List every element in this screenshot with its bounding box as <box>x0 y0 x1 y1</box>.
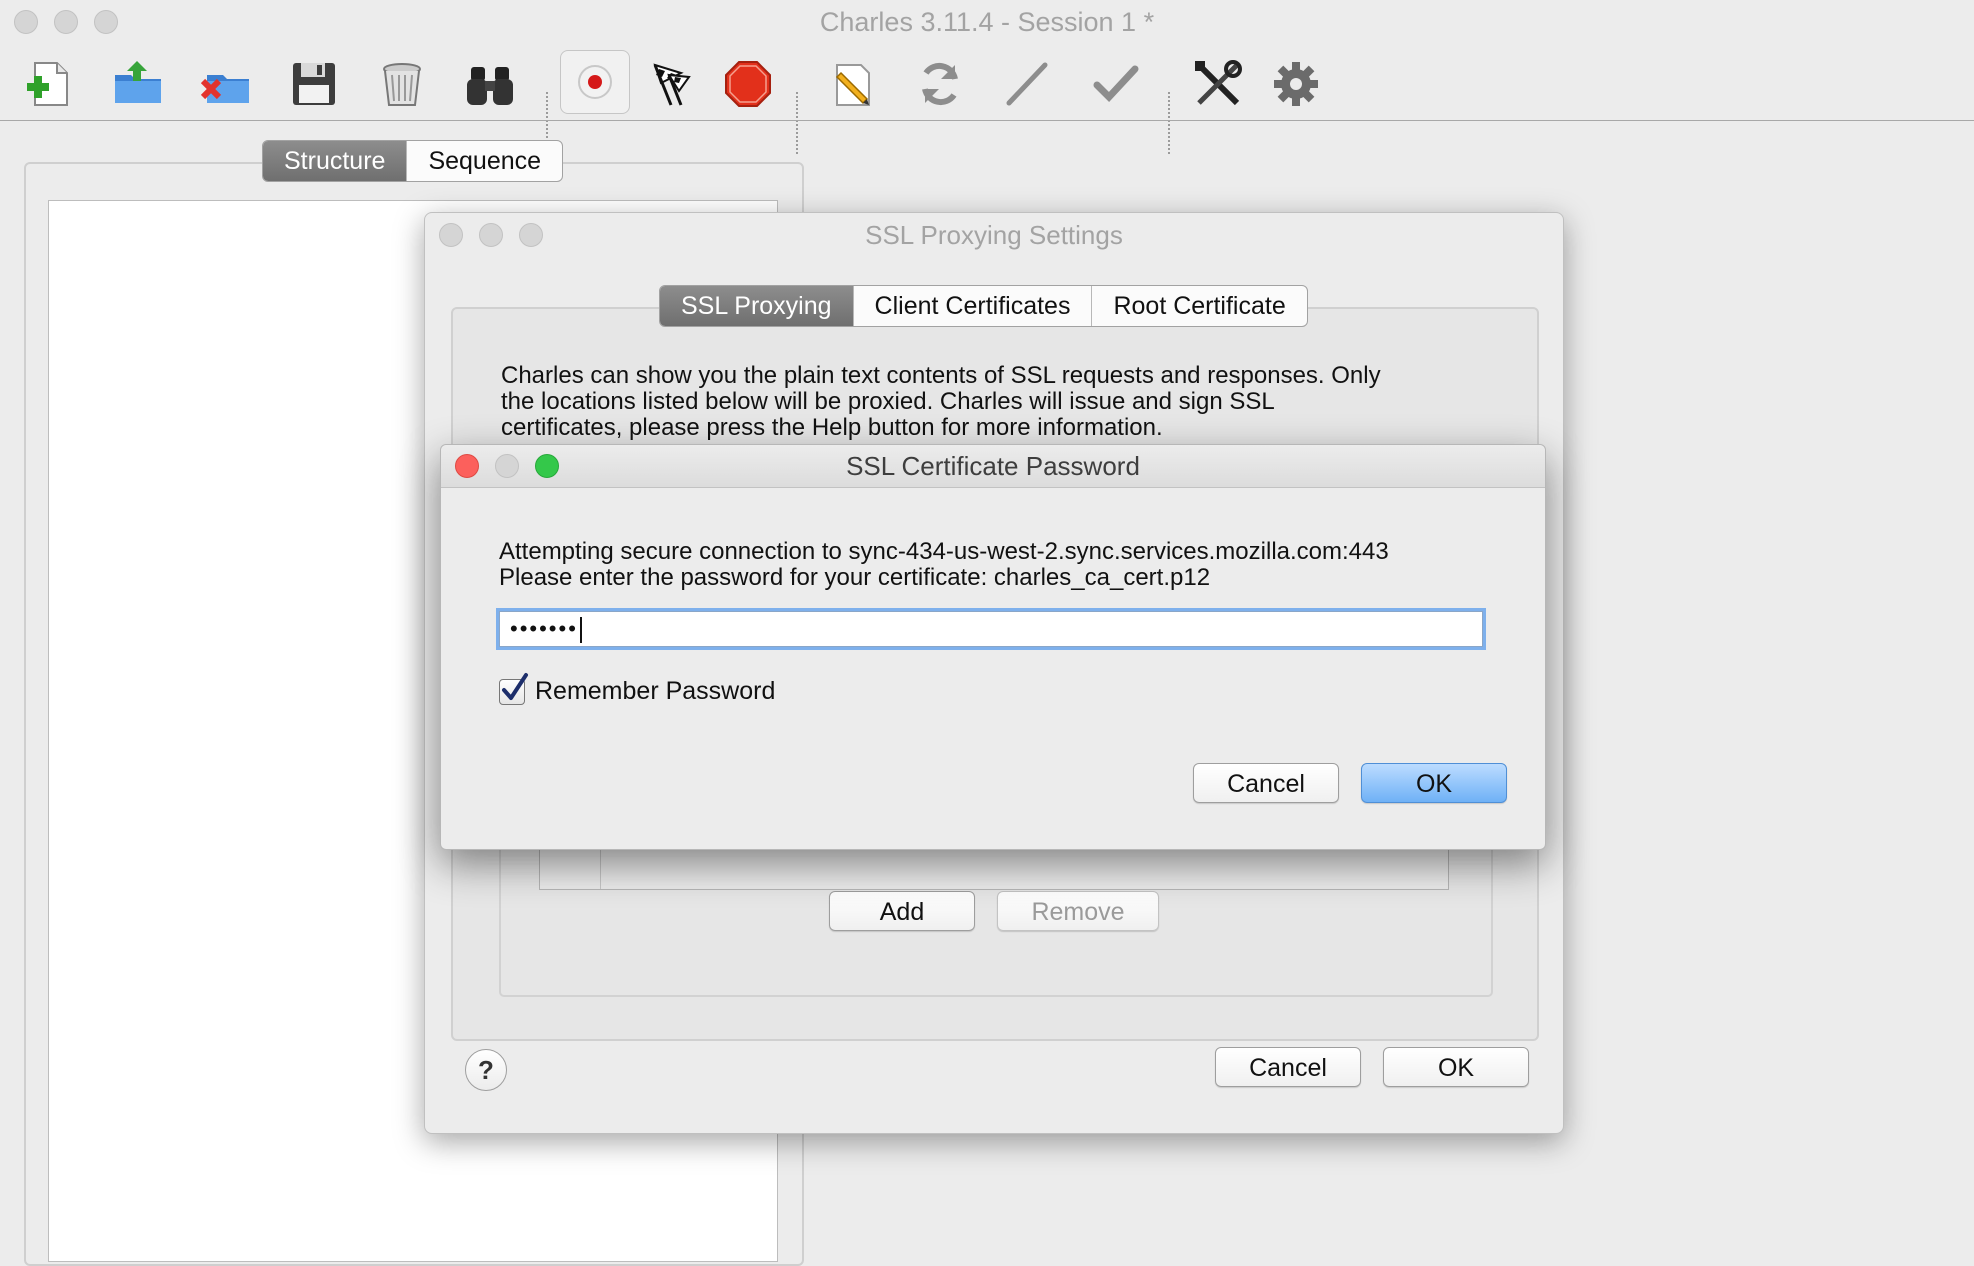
password-field[interactable]: ••••••• <box>499 611 1483 647</box>
validate-icon[interactable] <box>998 54 1058 114</box>
zoom-window-button[interactable] <box>535 454 559 478</box>
tab-sequence[interactable]: Sequence <box>407 141 562 181</box>
repeat-icon[interactable] <box>910 54 970 114</box>
text-caret <box>579 617 582 644</box>
toolbar <box>0 44 1974 154</box>
password-value: ••••••• <box>510 616 578 641</box>
dialog-title: SSL Certificate Password <box>441 445 1545 488</box>
view-tabs: Structure Sequence <box>262 140 564 182</box>
stop-breakpoints-icon[interactable] <box>718 54 778 114</box>
close-window-button[interactable] <box>455 454 479 478</box>
ssl-settings-tabs: SSL Proxying Client Certificates Root Ce… <box>659 285 1308 327</box>
ssl-description-line: the locations listed below will be proxi… <box>501 388 1275 415</box>
tools-icon[interactable] <box>1188 54 1248 114</box>
ssl-description: Charles can show you the plain text cont… <box>501 363 1501 441</box>
remove-location-button[interactable]: Remove <box>997 891 1159 931</box>
checkbox-icon[interactable] <box>499 672 528 705</box>
remember-password-label: Remember Password <box>535 677 776 705</box>
tab-ssl-proxying[interactable]: SSL Proxying <box>660 286 854 326</box>
open-session-icon[interactable] <box>108 54 168 114</box>
certificate-prompt: Please enter the password for your certi… <box>499 564 1211 591</box>
save-session-icon[interactable] <box>284 54 344 114</box>
throttle-icon[interactable] <box>642 54 702 114</box>
find-icon[interactable] <box>460 54 520 114</box>
ok-button[interactable]: OK <box>1361 763 1507 803</box>
record-icon[interactable] <box>560 50 630 114</box>
connection-message: Attempting secure connection to sync-434… <box>499 538 1389 565</box>
clear-session-icon[interactable] <box>372 54 432 114</box>
ssl-description-line: Charles can show you the plain text cont… <box>501 362 1381 389</box>
locations-table[interactable] <box>539 843 1449 890</box>
edit-icon[interactable] <box>822 54 882 114</box>
minimize-window-button[interactable] <box>495 454 519 478</box>
close-session-icon[interactable] <box>196 54 256 114</box>
settings-gear-icon[interactable] <box>1266 54 1326 114</box>
new-session-icon[interactable] <box>20 54 80 114</box>
ssl-certificate-password-dialog: SSL Certificate Password Attempting secu… <box>440 444 1546 850</box>
remember-password-checkbox[interactable]: Remember Password <box>499 672 776 706</box>
help-button[interactable]: ? <box>465 1049 507 1091</box>
tab-root-certificate[interactable]: Root Certificate <box>1092 286 1306 326</box>
window-title: Charles 3.11.4 - Session 1 * <box>819 7 1155 37</box>
cancel-button[interactable]: Cancel <box>1215 1047 1361 1087</box>
toolbar-separator <box>796 92 798 154</box>
tab-client-certificates[interactable]: Client Certificates <box>854 286 1093 326</box>
ssl-description-line: certificates, please press the Help butt… <box>501 414 1163 441</box>
cancel-button[interactable]: Cancel <box>1193 763 1339 803</box>
checkmark-icon[interactable] <box>1086 54 1146 114</box>
add-location-button[interactable]: Add <box>829 891 975 931</box>
toolbar-divider <box>0 120 1974 121</box>
tab-structure[interactable]: Structure <box>263 141 408 181</box>
dialog-message: Attempting secure connection to sync-434… <box>499 539 1389 591</box>
ok-button[interactable]: OK <box>1383 1047 1529 1087</box>
toolbar-separator <box>1168 92 1170 154</box>
ssl-settings-title: SSL Proxying Settings <box>865 220 1123 250</box>
